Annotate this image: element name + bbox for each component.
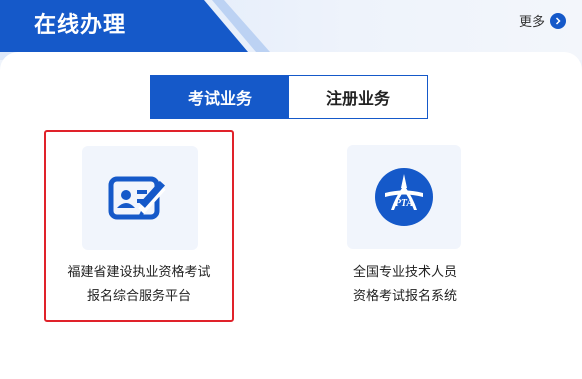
- chevron-right-icon: [550, 12, 566, 29]
- section-title: 在线办理: [34, 13, 127, 38]
- card-title-line2: 资格考试报名系统: [352, 289, 457, 304]
- service-card-national-exam[interactable]: PTA 全国专业技术人员 资格考试报名系统: [310, 130, 500, 322]
- pta-logo-text: PTA: [395, 198, 414, 209]
- id-card-edit-icon: [82, 146, 198, 250]
- tab-exam-business[interactable]: 考试业务: [151, 76, 289, 118]
- more-label: 更多: [518, 15, 545, 30]
- card-title-line1: 福建省建设执业资格考试: [67, 265, 211, 280]
- card-title-line2: 报名综合服务平台: [86, 289, 191, 304]
- pta-logo: PTA: [347, 145, 461, 249]
- service-card-fujian-exam[interactable]: 福建省建设执业资格考试 报名综合服务平台: [44, 130, 234, 322]
- tab-registration-business[interactable]: 注册业务: [289, 76, 427, 118]
- more-link[interactable]: 更多: [519, 11, 566, 30]
- card-title-line1: 全国专业技术人员: [352, 265, 457, 280]
- business-tabs: 考试业务 注册业务: [150, 75, 428, 119]
